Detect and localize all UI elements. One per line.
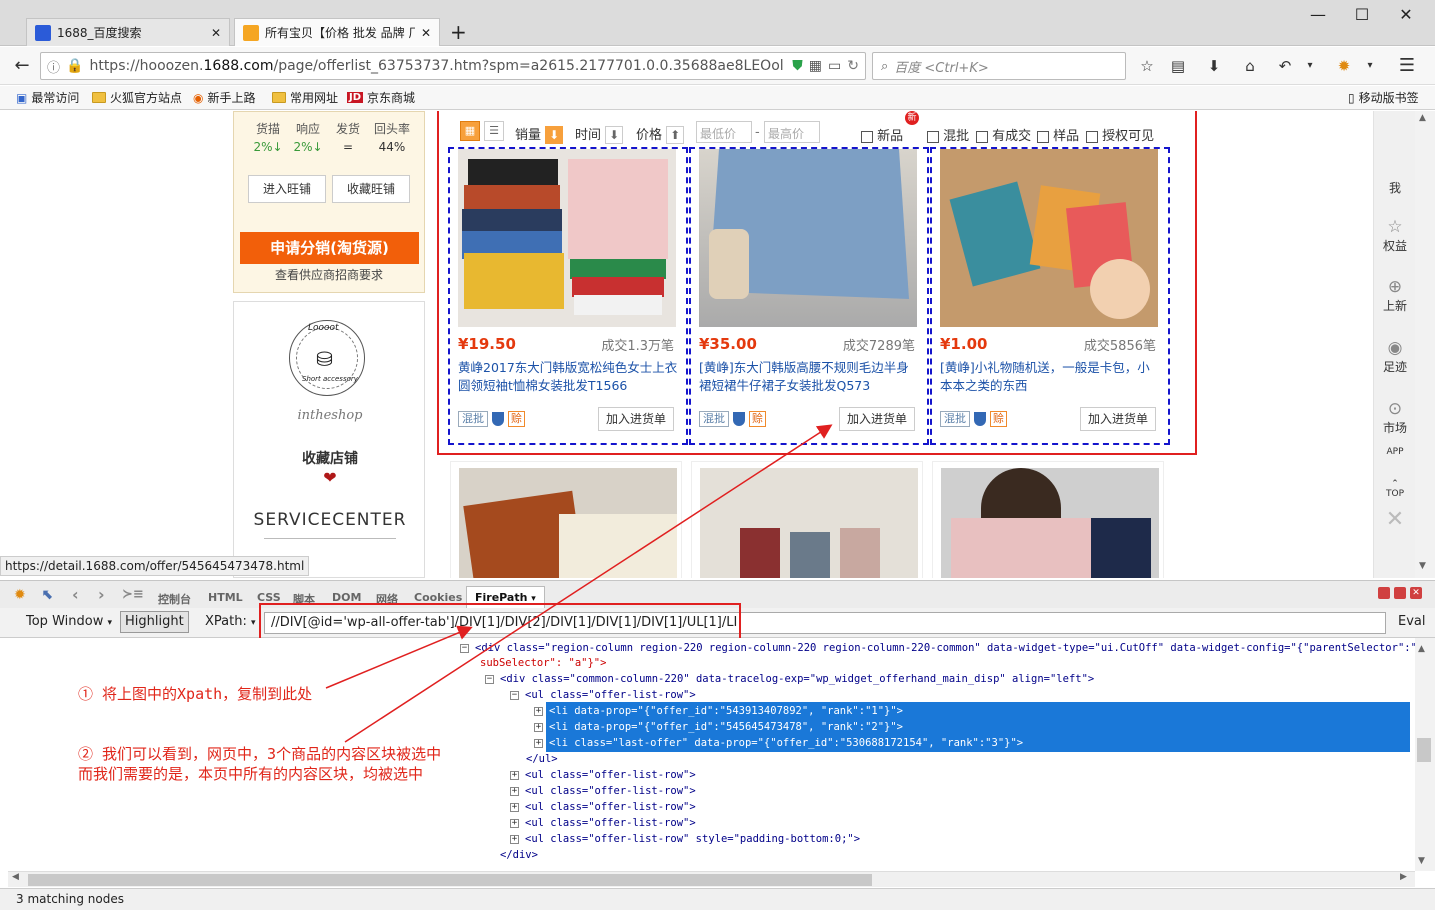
horizontal-scrollbar[interactable]: ◀ ▶ [8,871,1415,887]
status-bar: 3 matching nodes [0,888,1435,910]
match-count: 3 matching nodes [16,892,124,906]
scroll-right-icon[interactable]: ▶ [1400,872,1407,882]
arrow-to-products [344,424,833,743]
annotation-arrows [325,424,833,743]
arrow-to-xpath [325,625,473,689]
scroll-left-icon[interactable]: ◀ [12,872,19,882]
